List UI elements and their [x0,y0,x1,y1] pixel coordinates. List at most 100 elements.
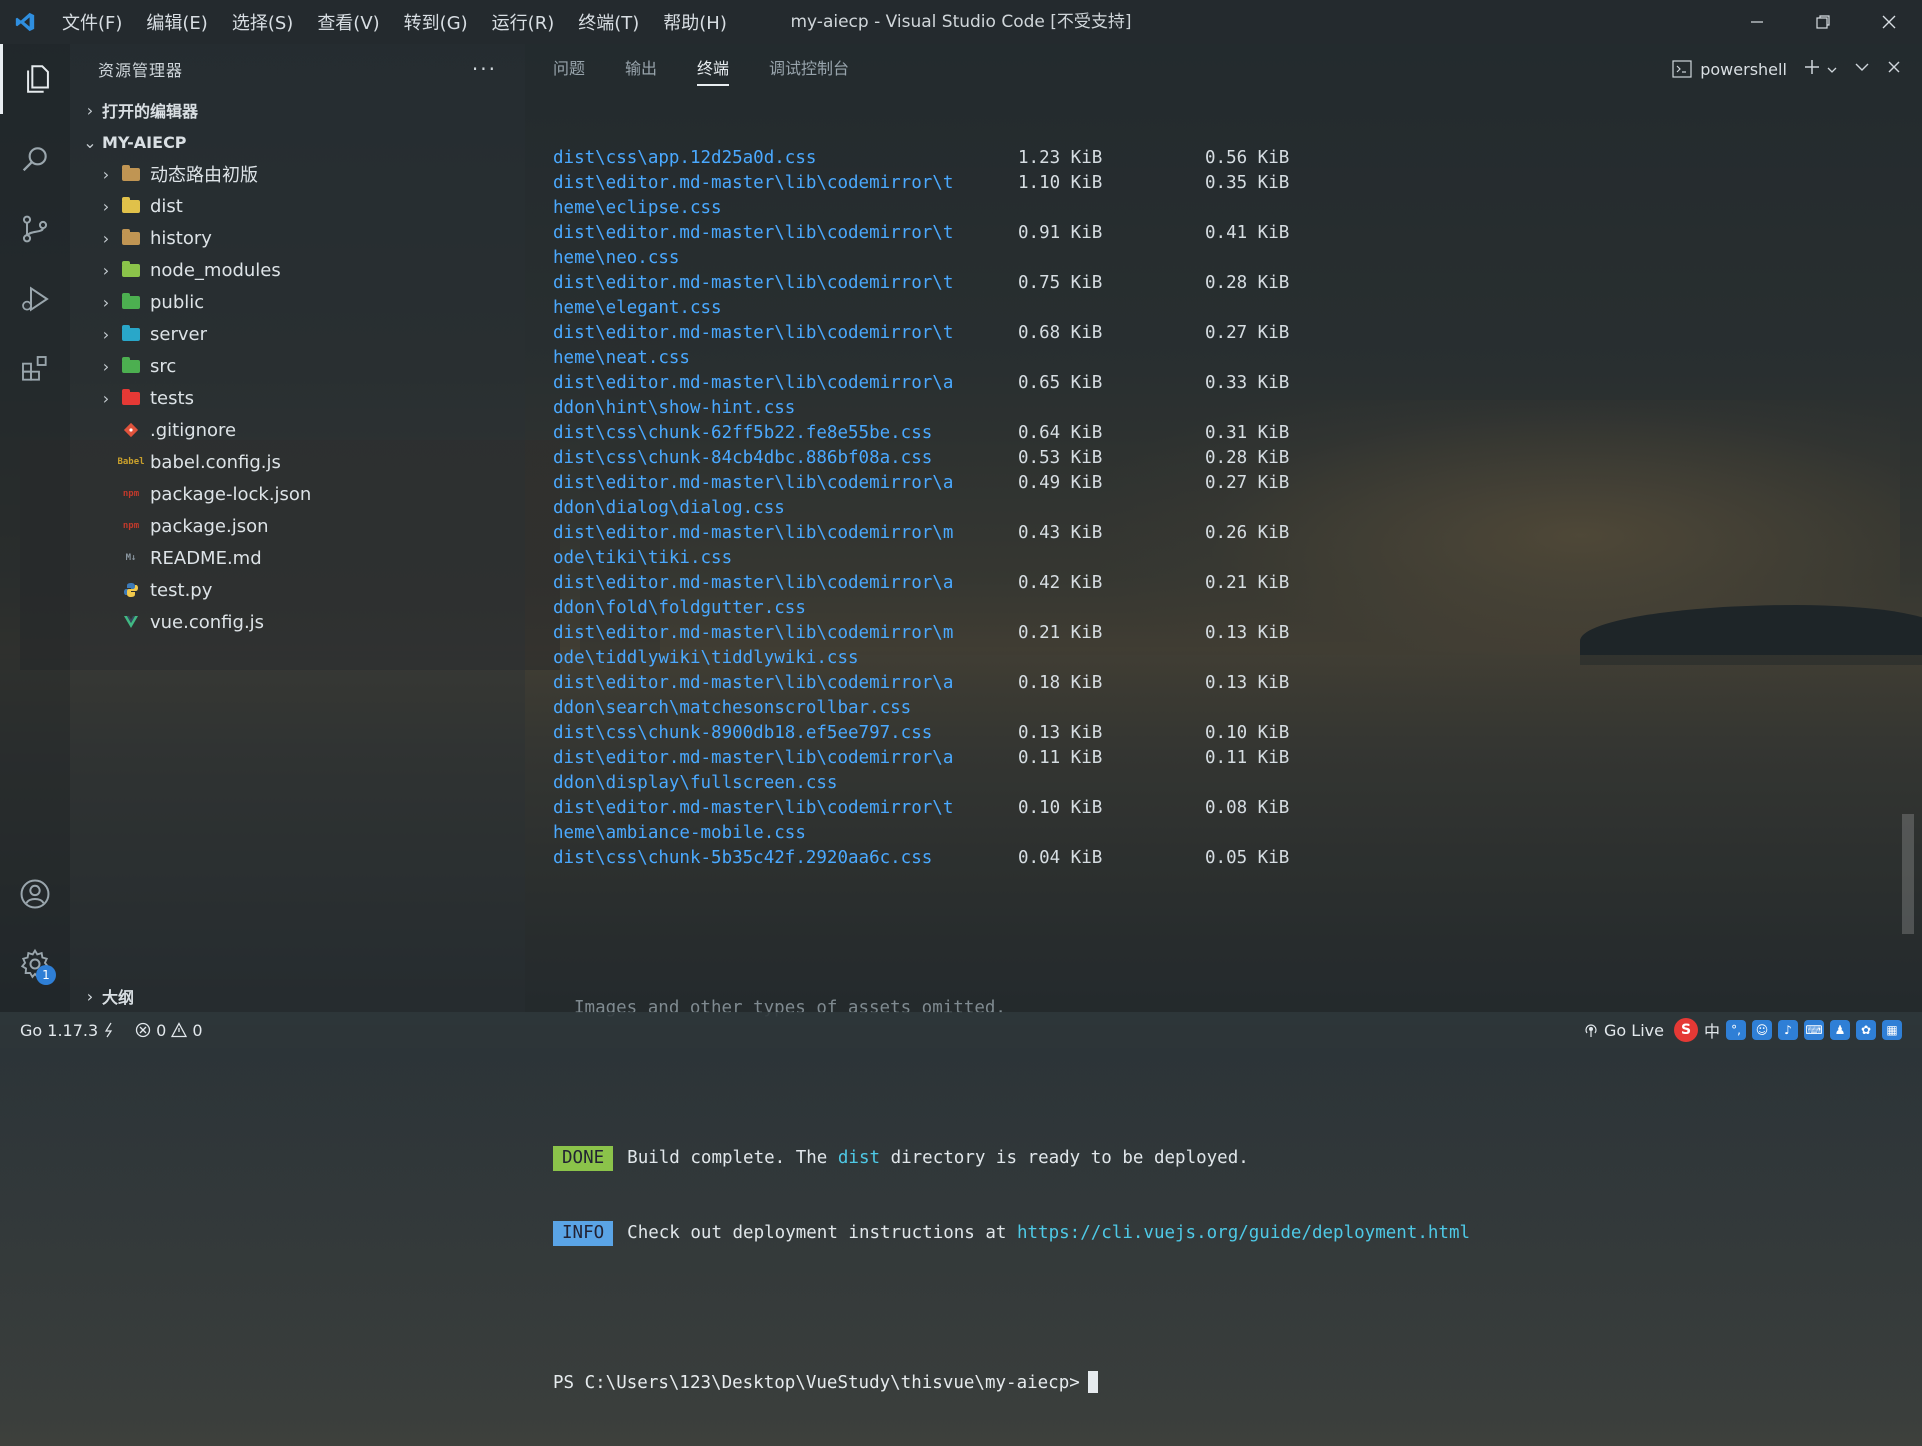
extensions-icon[interactable] [0,334,70,404]
asset-size: 0.91 KiB [1018,223,1103,243]
tab-terminal[interactable]: 终端 [697,44,730,94]
maximize-panel-button[interactable] [1854,59,1870,79]
info-pre: Check out deployment instructions at [627,1223,1017,1243]
asset-row: ode\tiddlywiki\tiddlywiki.css [553,646,1893,671]
file-item[interactable]: vue.config.js [70,606,525,638]
asset-gzip-size: 0.28 KiB [1205,448,1290,468]
explorer-icon[interactable] [0,44,73,114]
vscode-logo-icon[interactable] [0,0,50,44]
shell-selector[interactable]: powershell [1672,60,1787,79]
menu-terminal[interactable]: 终端(T) [566,9,651,35]
asset-name: dist\editor.md-master\lib\codemirror\t [553,798,954,818]
asset-row: ode\tiki\tiki.css [553,546,1893,571]
deployment-link[interactable]: https://cli.vuejs.org/guide/deployment.h… [1017,1221,1470,1246]
status-bar: Go 1.17.3 0 0 Go Live S 中 °, ☺ ♪ ⌨ ♟ ✿ ▦ [0,1012,1922,1048]
file-item[interactable]: M↓ README.md [70,542,525,574]
folder-item[interactable]: › server [70,318,525,350]
close-window-button[interactable] [1856,0,1922,44]
asset-name: ode\tiddlywiki\tiddlywiki.css [553,648,859,668]
folder-item[interactable]: › src [70,350,525,382]
asset-row: ddon\dialog\dialog.css [553,496,1893,521]
asset-name: dist\editor.md-master\lib\codemirror\t [553,173,954,193]
file-item[interactable]: npm package.json [70,510,525,542]
search-icon[interactable] [0,124,70,194]
ime-language[interactable]: 中 [1704,1018,1720,1042]
asset-size [1018,296,1205,321]
problems-item[interactable]: 0 0 [135,1021,203,1040]
asset-row: dist\editor.md-master\lib\codemirror\t 0.… [553,321,1893,346]
folder-item[interactable]: › tests [70,382,525,414]
file-item[interactable]: npm package-lock.json [70,478,525,510]
sogou-icon[interactable]: S [1673,1018,1698,1042]
accounts-icon[interactable] [0,859,70,929]
chevron-right-icon: › [102,228,110,248]
folder-item[interactable]: › history [70,222,525,254]
asset-size: 0.21 KiB [1018,623,1103,643]
project-section[interactable]: ⌄ MY-AIECP [70,126,525,158]
user-icon[interactable]: ♟ [1830,1020,1850,1040]
menu-go[interactable]: 转到(G) [392,9,480,35]
terminal-output[interactable]: dist\css\app.12d25a0d.css 1.23 KiB 0.56 Ki… [553,96,1893,1393]
tree-item-label: test.py [150,579,213,601]
tools-icon[interactable]: ▦ [1882,1020,1902,1040]
folder-item[interactable]: › node_modules [70,254,525,286]
folder-item[interactable]: › public [70,286,525,318]
outline-section[interactable]: › 大纲 [70,980,525,1012]
run-debug-icon[interactable] [0,264,70,334]
asset-row: dist\css\chunk-5b35c42f.2920aa6c.css 0.04… [553,846,1893,871]
menu-edit[interactable]: 编辑(E) [134,9,219,35]
terminal-panel: 问题 输出 终端 调试控制台 powershell dist\css\app.1… [525,44,1922,1393]
folder-item[interactable]: › dist [70,190,525,222]
more-actions-button[interactable]: ··· [472,57,497,81]
asset-gzip-size: 0.31 KiB [1205,423,1290,443]
asset-gzip-size [1205,396,1325,421]
folder-item[interactable]: › 动态路由初版 [70,158,525,190]
tree-item-label: package-lock.json [150,483,312,505]
menu-view[interactable]: 查看(V) [305,9,391,35]
menu-help[interactable]: 帮助(H) [651,9,739,35]
restore-button[interactable] [1790,0,1856,44]
tab-problems[interactable]: 问题 [553,44,585,94]
ime-toolbar: S 中 °, ☺ ♪ ⌨ ♟ ✿ ▦ [1673,1018,1902,1042]
keyboard-icon[interactable]: ⌨ [1804,1020,1824,1040]
asset-row: dist\css\chunk-62ff5b22.fe8e55be.css 0.64… [553,421,1893,446]
emoji-icon[interactable]: ☺ [1752,1020,1772,1040]
shell-prompt: PS C:\Users\123\Desktop\VueStudy\thisvue… [553,1373,1080,1393]
folder-icon [120,228,142,247]
asset-gzip-size: 0.56 KiB [1205,148,1290,168]
asset-name: ddon\search\matchesonscrollbar.css [553,698,912,718]
new-terminal-button[interactable] [1803,58,1838,80]
microphone-icon[interactable]: ♪ [1778,1020,1798,1040]
close-panel-button[interactable] [1886,59,1902,79]
broadcast-icon [1585,1024,1597,1037]
tab-output[interactable]: 输出 [625,44,657,94]
asset-row: dist\editor.md-master\lib\codemirror\a 0.… [553,471,1893,496]
tab-debug-console[interactable]: 调试控制台 [769,44,849,94]
go-version-item[interactable]: Go 1.17.3 [20,1021,115,1040]
terminal-cursor [1087,1371,1098,1393]
file-item[interactable]: test.py [70,574,525,606]
chevron-right-icon: › [102,324,110,344]
asset-gzip-size: 0.27 KiB [1205,473,1290,493]
source-control-icon[interactable] [0,194,70,264]
terminal-scrollbar[interactable] [1902,814,1914,934]
menu-file[interactable]: 文件(F) [50,9,134,35]
punctuation-icon[interactable]: °, [1726,1020,1746,1040]
file-item[interactable]: Babel babel.config.js [70,446,525,478]
npm-icon: npm [120,485,142,503]
asset-gzip-size: 0.08 KiB [1205,798,1290,818]
asset-row: dist\editor.md-master\lib\codemirror\a 0.… [553,371,1893,396]
asset-row: ddon\hint\show-hint.css [553,396,1893,421]
go-version: Go 1.17.3 [20,1020,99,1040]
minimize-button[interactable] [1724,0,1790,44]
file-item[interactable]: .gitignore [70,414,525,446]
skin-icon[interactable]: ✿ [1856,1020,1876,1040]
menu-selection[interactable]: 选择(S) [220,9,305,35]
open-editors-section[interactable]: › 打开的编辑器 [70,94,525,126]
restore-icon [1816,15,1830,29]
go-live-button[interactable]: Go Live [1583,1021,1664,1040]
window-controls [1724,0,1922,44]
asset-row: heme\elegant.css [553,296,1893,321]
menu-run[interactable]: 运行(R) [480,9,567,35]
settings-gear-icon[interactable]: 1 [0,929,70,999]
